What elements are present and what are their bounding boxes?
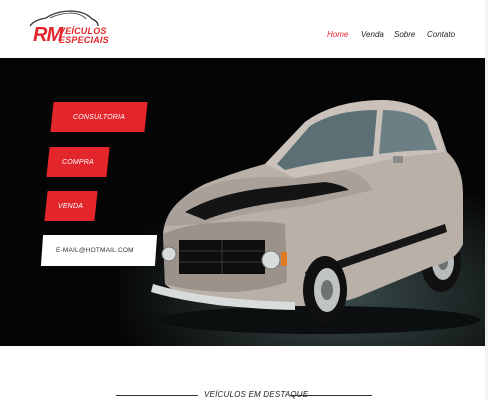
consultoria-button[interactable]: CONSULTORIA — [50, 102, 148, 132]
hero-banner: CONSULTORIA COMPRA VENDA E-MAIL@HOTMAIL.… — [0, 58, 488, 346]
divider-right — [290, 395, 372, 396]
brand-line-2: ESPECIAIS — [59, 35, 109, 45]
divider-left — [116, 395, 198, 396]
site-header: RM VEÍCULOS ESPECIAIS Home Venda Sobre C… — [0, 0, 488, 58]
featured-section: VEÍCULOS EM DESTAQUE — [0, 346, 488, 400]
consultoria-label: CONSULTORIA — [72, 113, 126, 121]
nav-home[interactable]: Home — [327, 29, 348, 41]
email-label: E-MAIL@HOTMAIL.COM — [56, 247, 134, 254]
venda-label: VENDA — [58, 202, 84, 210]
compra-button[interactable]: COMPRA — [46, 147, 110, 177]
nav-contato[interactable]: Contato — [427, 29, 455, 41]
brand-initials: RM — [33, 24, 63, 46]
compra-label: COMPRA — [62, 158, 94, 166]
venda-button[interactable]: VENDA — [44, 191, 98, 221]
classic-car-image — [151, 100, 480, 334]
nav-venda[interactable]: Venda — [361, 29, 384, 41]
brand-logo[interactable]: RM VEÍCULOS ESPECIAIS — [28, 8, 109, 50]
email-field[interactable]: E-MAIL@HOTMAIL.COM — [40, 235, 158, 266]
nav-sobre[interactable]: Sobre — [394, 29, 415, 41]
